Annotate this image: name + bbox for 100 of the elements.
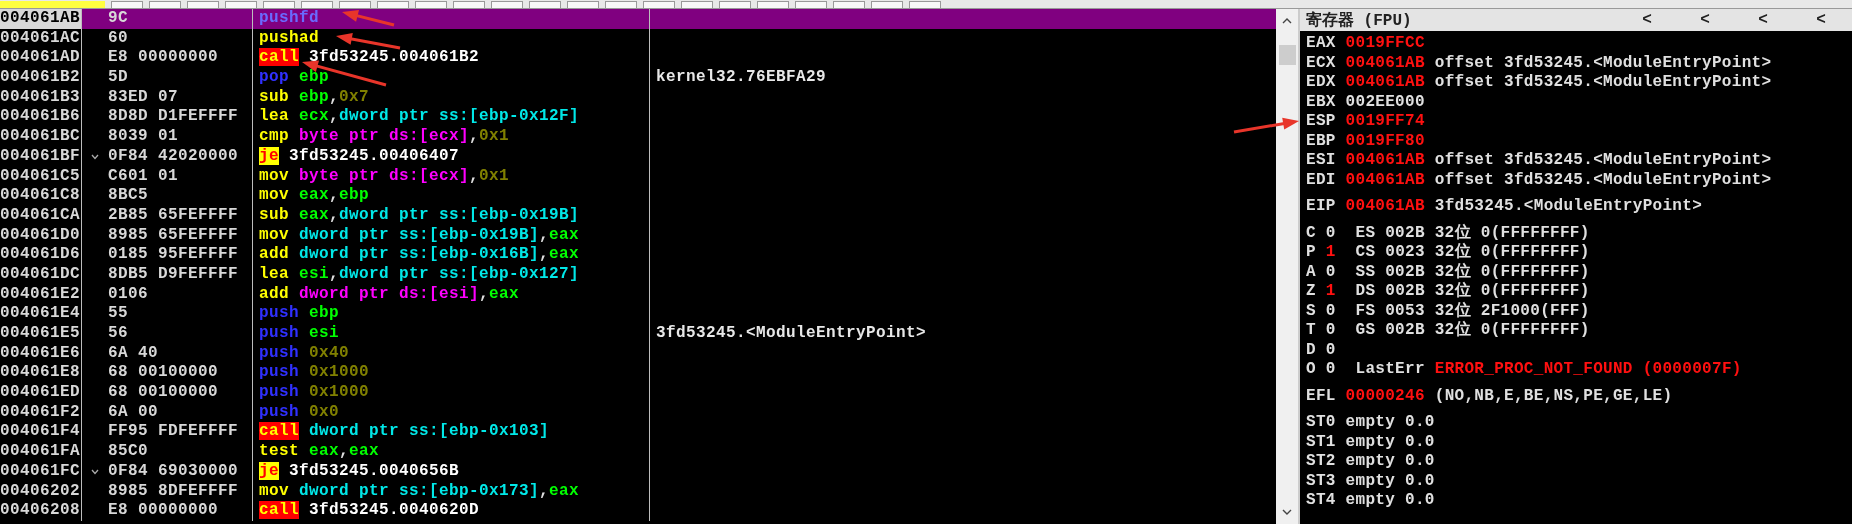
address-cell: 004061BF	[0, 146, 82, 167]
instruction-text: mov dword ptr ss:[ebp-0x19B],eax	[259, 225, 580, 244]
bytes-text: 56	[108, 324, 128, 344]
bytes-text: 8985 8DFEFFFF	[108, 481, 239, 502]
register-line: EAX 0019FFCC	[1306, 34, 1425, 52]
code-row[interactable]: 004061ED 68 00100000 push 0x1000	[0, 383, 1276, 403]
address-cell: 004061B2	[0, 68, 82, 88]
code-row[interactable]: 004061BC 8039 01 cmp byte ptr ds:[ecx],0x1	[0, 127, 1276, 147]
code-row[interactable]: 004061C5 C601 01 mov byte ptr ds:[ecx],0x1	[0, 166, 1276, 187]
register-line: O 0 LastErr ERROR_PROC_NOT_FOUND (0000007F)	[1306, 360, 1742, 378]
instruction-text: sub ebp,0x7	[259, 87, 370, 106]
instruction-text: test eax,eax	[259, 442, 380, 461]
address-cell: 004061E4	[0, 304, 82, 324]
code-row[interactable]: 004061F4 FF95 FDFEFFFF call dword ptr ss:[ebp-0x103]	[0, 422, 1276, 443]
address-cell: 004061D6	[0, 245, 82, 265]
code-row[interactable]: 004061B6 8D8D D1FEFFFF lea ecx,dword ptr ss:[ebp-0x12F]	[0, 107, 1276, 128]
instruction-text: add dword ptr ds:[esi],eax	[259, 284, 520, 303]
code-row[interactable]: 004061E8 68 00100000 push 0x1000	[0, 363, 1276, 384]
bytes-text: 8BC5	[108, 186, 148, 206]
register-line: EBX 002EE000	[1306, 92, 1425, 111]
code-row[interactable]: 004061E2 0106 add dword ptr ds:[esi],eax	[0, 284, 1276, 305]
code-row[interactable]: 004061AB 9C pushfd	[0, 9, 1276, 29]
instruction-text: push 0x0	[259, 402, 340, 421]
bytes-text: C601 01	[108, 166, 178, 187]
scroll-down-icon[interactable]	[1281, 508, 1293, 516]
bytes-text: 8039 01	[108, 127, 178, 147]
register-line: EBP 0019FF80	[1306, 131, 1425, 150]
register-line: ST4 empty 0.0	[1306, 491, 1435, 509]
code-row[interactable]: 004061D0 8985 65FEFFFF mov dword ptr ss:[ebp-0x19B],eax	[0, 225, 1276, 246]
collapse-button[interactable]: <	[1680, 11, 1730, 29]
bytes-text: 6A 00	[108, 402, 158, 423]
bytes-text: 68 00100000	[108, 363, 219, 384]
code-row[interactable]: 004061E5 56 push esi 3fd53245.<ModuleEntryPoint>	[0, 324, 1276, 344]
address-cell: 004061E8	[0, 363, 82, 384]
register-line: ST0 empty 0.0	[1306, 413, 1435, 431]
code-row[interactable]: 004061B3 83ED 07 sub ebp,0x7	[0, 87, 1276, 108]
instruction-text: call 3fd53245.0040620D	[259, 501, 480, 520]
annotation-arrow	[336, 33, 401, 50]
code-row[interactable]: 004061E4 55 push ebp	[0, 304, 1276, 324]
code-row[interactable]: 00406208 E8 00000000 call 3fd53245.0040620D	[0, 501, 1276, 521]
code-row[interactable]: 004061BF 0F84 42020000 je 3fd53245.00406407	[0, 146, 1276, 167]
bytes-text: 60	[108, 28, 128, 49]
address-cell: 00406208	[0, 501, 82, 521]
instruction-text: mov byte ptr ds:[ecx],0x1	[259, 166, 510, 185]
code-row[interactable]: 004061C8 8BC5 mov eax,ebp	[0, 186, 1276, 206]
scroll-up-icon[interactable]	[1281, 17, 1293, 25]
comment-text: 3fd53245.<ModuleEntryPoint>	[656, 324, 927, 342]
comment-text: kernel32.76EBFA29	[656, 68, 827, 87]
annotation-arrow	[1233, 117, 1299, 134]
collapse-button[interactable]: <	[1738, 11, 1788, 29]
instruction-text: lea esi,dword ptr ss:[ebp-0x127]	[259, 264, 580, 283]
register-line: D 0	[1306, 340, 1336, 359]
instruction-text: push ebp	[259, 304, 340, 323]
address-cell: 004061F4	[0, 422, 82, 443]
register-line: ECX 004061AB offset 3fd53245.<ModuleEntryPoint>	[1306, 53, 1772, 72]
bytes-text: 83ED 07	[108, 87, 178, 108]
code-row[interactable]: 004061D6 0185 95FEFFFF add dword ptr ss:[ebp-0x16B],eax	[0, 245, 1276, 265]
register-line: ESI 004061AB offset 3fd53245.<ModuleEntryPoint>	[1306, 151, 1772, 169]
register-line: ST3 empty 0.0	[1306, 471, 1435, 490]
register-line: T 0 GS 002B 32位 0(FFFFFFFF)	[1306, 321, 1590, 339]
instruction-text: pushad	[259, 28, 319, 47]
register-line: C 0 ES 002B 32位 0(FFFFFFFF)	[1306, 223, 1590, 242]
register-line: A 0 SS 002B 32位 0(FFFFFFFF)	[1306, 262, 1590, 281]
address-cell: 004061DC	[0, 264, 82, 285]
address-cell: 004061FC	[0, 461, 82, 482]
instruction-text: mov dword ptr ss:[ebp-0x173],eax	[259, 481, 580, 500]
code-row[interactable]: 004061CA 2B85 65FEFFFF sub eax,dword ptr ss:[ebp-0x19B]	[0, 205, 1276, 226]
code-row[interactable]: 004061DC 8DB5 D9FEFFFF lea esi,dword ptr ss:[ebp-0x127]	[0, 264, 1276, 285]
address-cell: 004061B6	[0, 107, 82, 128]
address-cell: 004061C8	[0, 186, 82, 206]
instruction-text: pushfd	[259, 9, 319, 27]
address-cell: 004061FA	[0, 442, 82, 462]
bytes-text: 0F84 69030000	[108, 461, 239, 482]
register-line: EIP 004061AB 3fd53245.<ModuleEntryPoint>	[1306, 197, 1703, 215]
bytes-text: 6A 40	[108, 343, 158, 364]
collapse-button[interactable]: <	[1622, 11, 1672, 29]
instruction-text: lea ecx,dword ptr ss:[ebp-0x12F]	[259, 107, 580, 126]
scrollbar-thumb[interactable]	[1278, 45, 1296, 65]
address-cell: 004061ED	[0, 383, 82, 403]
address-cell: 004061D0	[0, 225, 82, 246]
bytes-text: 0F84 42020000	[108, 146, 239, 167]
bytes-text: 5D	[108, 68, 128, 88]
register-line: EDX 004061AB offset 3fd53245.<ModuleEntryPoint>	[1306, 73, 1772, 91]
address-cell: 004061E2	[0, 284, 82, 305]
address-cell: 004061BC	[0, 127, 82, 147]
collapse-button[interactable]: <	[1796, 11, 1846, 29]
address-cell: 004061E6	[0, 343, 82, 364]
instruction-text: call 3fd53245.004061B2	[259, 48, 480, 67]
instruction-text: cmp byte ptr ds:[ecx],0x1	[259, 127, 510, 146]
instruction-text: mov eax,ebp	[259, 186, 370, 205]
panel-title: 寄存器 (FPU)	[1306, 10, 1412, 31]
register-line: P 1 CS 0023 32位 0(FFFFFFFF)	[1306, 243, 1590, 261]
address-cell: 004061CA	[0, 205, 82, 226]
code-row[interactable]: 004061FC 0F84 69030000 je 3fd53245.0040656B	[0, 461, 1276, 482]
register-line: S 0 FS 0053 32位 2F1000(FFF)	[1306, 301, 1590, 320]
scrollbar[interactable]	[1276, 9, 1300, 524]
bytes-text: 0185 95FEFFFF	[108, 245, 239, 265]
code-row[interactable]: 004061FA 85C0 test eax,eax	[0, 442, 1276, 462]
bytes-text: 2B85 65FEFFFF	[108, 205, 239, 226]
code-row[interactable]: 004061E6 6A 40 push 0x40	[0, 343, 1276, 364]
